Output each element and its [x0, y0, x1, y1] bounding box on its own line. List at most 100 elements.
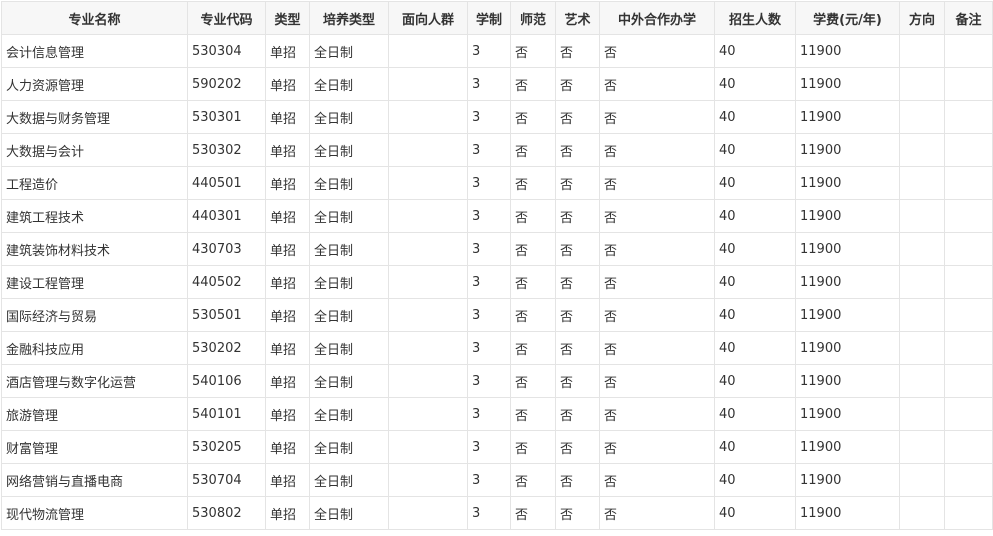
- header-study-mode: 培养类型: [309, 1, 389, 35]
- cell-enrollment: 40: [714, 298, 796, 332]
- table-row: 工程造价 440501 单招 全日制 3 否否否 40 11900: [1, 166, 993, 200]
- cell-enrollment: 40: [714, 199, 796, 233]
- cell-type: 单招: [265, 100, 310, 134]
- cell-target-group: [388, 199, 468, 233]
- cell-study-mode: 全日制: [309, 265, 389, 299]
- cell-tuition: 11900: [795, 67, 900, 101]
- cell-study-mode: 全日制: [309, 364, 389, 398]
- header-remarks: 备注: [944, 1, 993, 35]
- cell-study-mode: 全日制: [309, 496, 389, 530]
- table-row: 建设工程管理 440502 单招 全日制 3 否否否 40 11900: [1, 265, 993, 299]
- cell-joint-program: 否: [599, 100, 715, 134]
- cell-major-code: 530205: [187, 430, 266, 464]
- header-major-code: 专业代码: [187, 1, 266, 35]
- cell-duration: 3: [467, 298, 511, 332]
- cell-major-name: 金融科技应用: [1, 331, 188, 365]
- cell-enrollment: 40: [714, 100, 796, 134]
- cell-study-mode: 全日制: [309, 67, 389, 101]
- cell-remarks: [944, 199, 993, 233]
- cell-direction: [899, 265, 945, 299]
- cell-teacher-training: 否: [510, 331, 556, 365]
- cell-major-code: 530202: [187, 331, 266, 365]
- cell-teacher-training: 否: [510, 166, 556, 200]
- table-row: 现代物流管理 530802 单招 全日制 3 否否否 40 11900: [1, 496, 993, 530]
- cell-major-name: 国际经济与贸易: [1, 298, 188, 332]
- cell-remarks: [944, 166, 993, 200]
- cell-arts: 否: [555, 232, 600, 266]
- cell-remarks: [944, 133, 993, 167]
- cell-major-code: 440301: [187, 199, 266, 233]
- cell-target-group: [388, 100, 468, 134]
- majors-table: 专业名称 专业代码 类型 培养类型 面向人群 学制 师范 艺术 中外合作办学 招生人数 学费(元/年…: [1, 1, 993, 530]
- cell-teacher-training: 否: [510, 265, 556, 299]
- cell-arts: 否: [555, 496, 600, 530]
- cell-major-code: 440501: [187, 166, 266, 200]
- header-teacher-training: 师范: [510, 1, 556, 35]
- cell-tuition: 11900: [795, 364, 900, 398]
- cell-arts: 否: [555, 100, 600, 134]
- cell-tuition: 11900: [795, 298, 900, 332]
- cell-teacher-training: 否: [510, 100, 556, 134]
- cell-study-mode: 全日制: [309, 100, 389, 134]
- cell-type: 单招: [265, 397, 310, 431]
- cell-direction: [899, 232, 945, 266]
- cell-target-group: [388, 298, 468, 332]
- table-row: 财富管理 530205 单招 全日制 3 否否否 40 11900: [1, 430, 993, 464]
- cell-arts: 否: [555, 199, 600, 233]
- cell-arts: 否: [555, 265, 600, 299]
- cell-teacher-training: 否: [510, 496, 556, 530]
- cell-target-group: [388, 397, 468, 431]
- cell-study-mode: 全日制: [309, 430, 389, 464]
- cell-teacher-training: 否: [510, 133, 556, 167]
- cell-joint-program: 否: [599, 364, 715, 398]
- cell-type: 单招: [265, 265, 310, 299]
- cell-remarks: [944, 496, 993, 530]
- cell-remarks: [944, 364, 993, 398]
- cell-type: 单招: [265, 133, 310, 167]
- cell-major-code: 540101: [187, 397, 266, 431]
- cell-duration: 3: [467, 199, 511, 233]
- header-type: 类型: [265, 1, 310, 35]
- cell-major-code: 530302: [187, 133, 266, 167]
- cell-remarks: [944, 298, 993, 332]
- cell-remarks: [944, 463, 993, 497]
- cell-joint-program: 否: [599, 67, 715, 101]
- cell-duration: 3: [467, 34, 511, 68]
- cell-direction: [899, 397, 945, 431]
- cell-type: 单招: [265, 364, 310, 398]
- cell-type: 单招: [265, 166, 310, 200]
- cell-major-name: 大数据与财务管理: [1, 100, 188, 134]
- cell-target-group: [388, 133, 468, 167]
- cell-enrollment: 40: [714, 364, 796, 398]
- cell-remarks: [944, 100, 993, 134]
- cell-type: 单招: [265, 199, 310, 233]
- cell-direction: [899, 331, 945, 365]
- cell-direction: [899, 298, 945, 332]
- cell-type: 单招: [265, 67, 310, 101]
- cell-duration: 3: [467, 364, 511, 398]
- cell-joint-program: 否: [599, 34, 715, 68]
- cell-tuition: 11900: [795, 430, 900, 464]
- header-arts: 艺术: [555, 1, 600, 35]
- cell-joint-program: 否: [599, 397, 715, 431]
- cell-study-mode: 全日制: [309, 166, 389, 200]
- cell-joint-program: 否: [599, 430, 715, 464]
- cell-study-mode: 全日制: [309, 463, 389, 497]
- table-row: 大数据与财务管理 530301 单招 全日制 3 否否否 40 11900: [1, 100, 993, 134]
- cell-duration: 3: [467, 265, 511, 299]
- cell-direction: [899, 67, 945, 101]
- cell-arts: 否: [555, 463, 600, 497]
- cell-teacher-training: 否: [510, 364, 556, 398]
- cell-major-name: 旅游管理: [1, 397, 188, 431]
- cell-major-code: 530704: [187, 463, 266, 497]
- cell-teacher-training: 否: [510, 199, 556, 233]
- table-body: 会计信息管理 530304 单招 全日制 3 否否否 40 11900 人力资源管理 590202…: [1, 34, 993, 530]
- cell-arts: 否: [555, 331, 600, 365]
- cell-study-mode: 全日制: [309, 199, 389, 233]
- cell-enrollment: 40: [714, 430, 796, 464]
- cell-joint-program: 否: [599, 133, 715, 167]
- header-duration: 学制: [467, 1, 511, 35]
- cell-arts: 否: [555, 67, 600, 101]
- cell-enrollment: 40: [714, 496, 796, 530]
- cell-joint-program: 否: [599, 496, 715, 530]
